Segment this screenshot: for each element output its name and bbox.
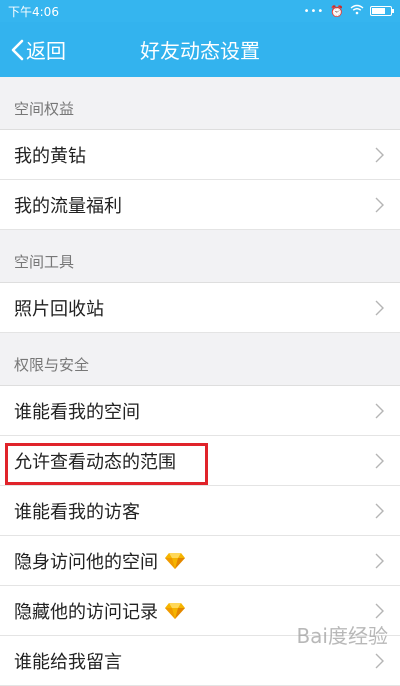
- battery-icon: [370, 6, 394, 16]
- alarm-icon: ⏰: [330, 4, 344, 18]
- status-bar: 下午4:06 ••• ⏰: [0, 0, 400, 22]
- diamond-icon: [165, 552, 185, 569]
- status-time: 下午4:06: [8, 4, 59, 19]
- diamond-icon: [165, 602, 185, 619]
- signal-dots: •••: [303, 5, 325, 17]
- chevron-left-icon: [11, 39, 24, 60]
- back-button[interactable]: 返回: [10, 22, 66, 77]
- row-label: 隐藏他的访问记录: [14, 601, 158, 623]
- row-allowed-feed-range[interactable]: 允许查看动态的范围: [0, 436, 400, 486]
- row-label: 谁能给我留言: [14, 651, 122, 673]
- row-invisible-visit[interactable]: 隐身访问他的空间: [0, 536, 400, 586]
- status-icons: ••• ⏰: [303, 4, 394, 18]
- wifi-icon: [350, 4, 364, 18]
- back-label: 返回: [26, 39, 66, 63]
- chevron-right-icon: [375, 553, 384, 568]
- chevron-right-icon: [375, 147, 384, 162]
- row-my-yellow-diamond[interactable]: 我的黄钻: [0, 130, 400, 180]
- row-label: 隐身访问他的空间: [14, 551, 158, 573]
- chevron-right-icon: [375, 503, 384, 518]
- chevron-right-icon: [375, 603, 384, 618]
- row-who-can-see-visitors[interactable]: 谁能看我的访客: [0, 486, 400, 536]
- row-label: 我的流量福利: [14, 195, 122, 217]
- section-header-rights: 空间权益: [0, 77, 400, 130]
- row-who-can-see-space[interactable]: 谁能看我的空间: [0, 386, 400, 436]
- row-label: 照片回收站: [14, 298, 104, 320]
- settings-list: 空间权益 我的黄钻 我的流量福利 空间工具 照片回收站 权限与安全 谁能看我的空…: [0, 77, 400, 686]
- chevron-right-icon: [375, 403, 384, 418]
- row-label: 谁能看我的空间: [14, 401, 140, 423]
- row-label: 我的黄钻: [14, 145, 86, 167]
- row-label: 允许查看动态的范围: [14, 451, 176, 473]
- section-header-privacy: 权限与安全: [0, 333, 400, 386]
- chevron-right-icon: [375, 300, 384, 315]
- nav-bar: 返回 好友动态设置: [0, 22, 400, 77]
- row-hide-visit-record[interactable]: 隐藏他的访问记录: [0, 586, 400, 636]
- row-label: 谁能看我的访客: [14, 501, 140, 523]
- row-who-can-leave-message[interactable]: 谁能给我留言: [0, 636, 400, 686]
- section-header-tools: 空间工具: [0, 230, 400, 283]
- chevron-right-icon: [375, 453, 384, 468]
- chevron-right-icon: [375, 197, 384, 212]
- row-my-data-benefits[interactable]: 我的流量福利: [0, 180, 400, 230]
- row-photo-recycle-bin[interactable]: 照片回收站: [0, 283, 400, 333]
- chevron-right-icon: [375, 653, 384, 668]
